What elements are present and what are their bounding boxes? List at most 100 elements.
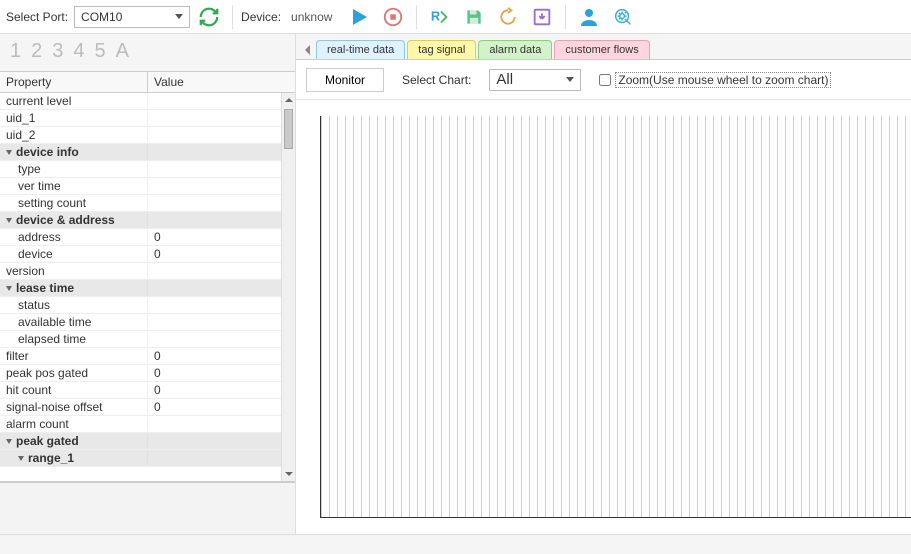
property-label: device	[0, 247, 148, 261]
chevron-left-icon	[304, 45, 312, 55]
search-settings-button[interactable]	[608, 3, 638, 31]
collapse-icon[interactable]	[6, 150, 12, 155]
property-group[interactable]: peak gated	[0, 433, 281, 450]
property-row[interactable]: elapsed time	[0, 331, 281, 348]
property-value[interactable]: 0	[148, 366, 281, 380]
property-row[interactable]: ver time	[0, 178, 281, 195]
header-value: Value	[148, 72, 295, 92]
save-icon	[464, 7, 484, 27]
collapse-icon[interactable]	[6, 286, 12, 291]
tab-tag-signal[interactable]: tag signal	[407, 40, 476, 59]
digit-3[interactable]: 3	[52, 40, 63, 63]
collapse-icon[interactable]	[6, 218, 12, 223]
download-icon	[531, 6, 553, 28]
tab-customer-flows[interactable]: customer flows	[554, 40, 649, 59]
zoom-checkbox[interactable]	[599, 74, 611, 86]
monitor-button[interactable]: Monitor	[306, 68, 384, 92]
device-value: unknow	[291, 10, 332, 24]
separator	[416, 5, 417, 29]
property-group[interactable]: device & address	[0, 212, 281, 229]
digit-4[interactable]: 4	[73, 40, 84, 63]
property-grid: current leveluid_1uid_2device infotypeve…	[0, 93, 295, 482]
reload-button[interactable]	[493, 3, 523, 31]
property-group[interactable]: lease time	[0, 280, 281, 297]
refresh-button[interactable]	[194, 3, 224, 31]
property-row[interactable]: hit count0	[0, 382, 281, 399]
tab-label: tag signal	[418, 44, 465, 56]
digit-A[interactable]: A	[116, 40, 129, 63]
tab-alarm-data[interactable]: alarm data	[478, 40, 552, 59]
device-label: Device:	[241, 10, 281, 24]
chart-area	[296, 100, 911, 534]
chart-select-value: All	[496, 71, 513, 88]
select-port-label: Select Port:	[6, 10, 68, 24]
property-row[interactable]: filter0	[0, 348, 281, 365]
rx-button[interactable]: R	[425, 3, 455, 31]
property-label: signal-noise offset	[0, 400, 148, 414]
digit-5[interactable]: 5	[95, 40, 106, 63]
property-value[interactable]: 0	[148, 230, 281, 244]
property-label: device & address	[0, 213, 148, 227]
chart-canvas[interactable]	[320, 116, 911, 518]
property-label: ver time	[0, 179, 148, 193]
property-row[interactable]: current level	[0, 93, 281, 110]
scroll-up-icon[interactable]	[282, 93, 295, 107]
property-row[interactable]: signal-noise offset0	[0, 399, 281, 416]
property-row[interactable]: uid_1	[0, 110, 281, 127]
header-property: Property	[0, 72, 148, 92]
property-label: peak gated	[0, 434, 148, 448]
chart-select[interactable]: All	[489, 69, 581, 91]
property-label: elapsed time	[0, 332, 148, 346]
tab-real-time-data[interactable]: real-time data	[316, 40, 405, 59]
property-label: alarm count	[0, 417, 148, 431]
stop-icon	[382, 6, 404, 28]
chevron-down-icon	[175, 14, 183, 19]
save-button[interactable]	[459, 3, 489, 31]
grid-scrollbar[interactable]	[281, 93, 295, 481]
download-button[interactable]	[527, 3, 557, 31]
svg-text:R: R	[431, 8, 440, 23]
property-value[interactable]: 0	[148, 400, 281, 414]
property-row[interactable]: status	[0, 297, 281, 314]
property-label: version	[0, 264, 148, 278]
tab-scroll-left[interactable]	[300, 41, 316, 59]
tab-label: customer flows	[565, 44, 638, 56]
property-row[interactable]: alarm count	[0, 416, 281, 433]
property-label: setting count	[0, 196, 148, 210]
scroll-thumb[interactable]	[284, 109, 293, 149]
property-row[interactable]: setting count	[0, 195, 281, 212]
chart-toolbar: Monitor Select Chart: All Zoom(Use mouse…	[296, 60, 911, 100]
scroll-down-icon[interactable]	[282, 467, 295, 481]
property-group[interactable]: device info	[0, 144, 281, 161]
property-label: status	[0, 298, 148, 312]
stop-button[interactable]	[378, 3, 408, 31]
collapse-icon[interactable]	[6, 439, 12, 444]
property-group[interactable]: range_1	[0, 450, 281, 467]
property-value[interactable]: 0	[148, 383, 281, 397]
property-description-area	[0, 482, 295, 534]
chevron-down-icon	[566, 77, 574, 82]
separator	[232, 5, 233, 29]
play-icon	[347, 5, 371, 29]
property-row[interactable]: type	[0, 161, 281, 178]
collapse-icon[interactable]	[18, 456, 24, 461]
property-row[interactable]: peak pos gated0	[0, 365, 281, 382]
property-label: filter	[0, 349, 148, 363]
port-select[interactable]: COM10	[74, 6, 190, 28]
digit-2[interactable]: 2	[31, 40, 42, 63]
property-row[interactable]: version	[0, 263, 281, 280]
search-gear-icon	[612, 6, 634, 28]
property-label: device info	[0, 145, 148, 159]
property-value[interactable]: 0	[148, 349, 281, 363]
property-row[interactable]: uid_2	[0, 127, 281, 144]
property-row[interactable]: address0	[0, 229, 281, 246]
property-row[interactable]: available time	[0, 314, 281, 331]
property-label: range_1	[0, 451, 148, 465]
property-value[interactable]: 0	[148, 247, 281, 261]
play-button[interactable]	[344, 3, 374, 31]
property-label: hit count	[0, 383, 148, 397]
digit-1[interactable]: 1	[10, 40, 21, 63]
property-row[interactable]: device0	[0, 246, 281, 263]
right-panel: real-time data tag signal alarm data cus…	[296, 34, 911, 534]
user-button[interactable]	[574, 3, 604, 31]
